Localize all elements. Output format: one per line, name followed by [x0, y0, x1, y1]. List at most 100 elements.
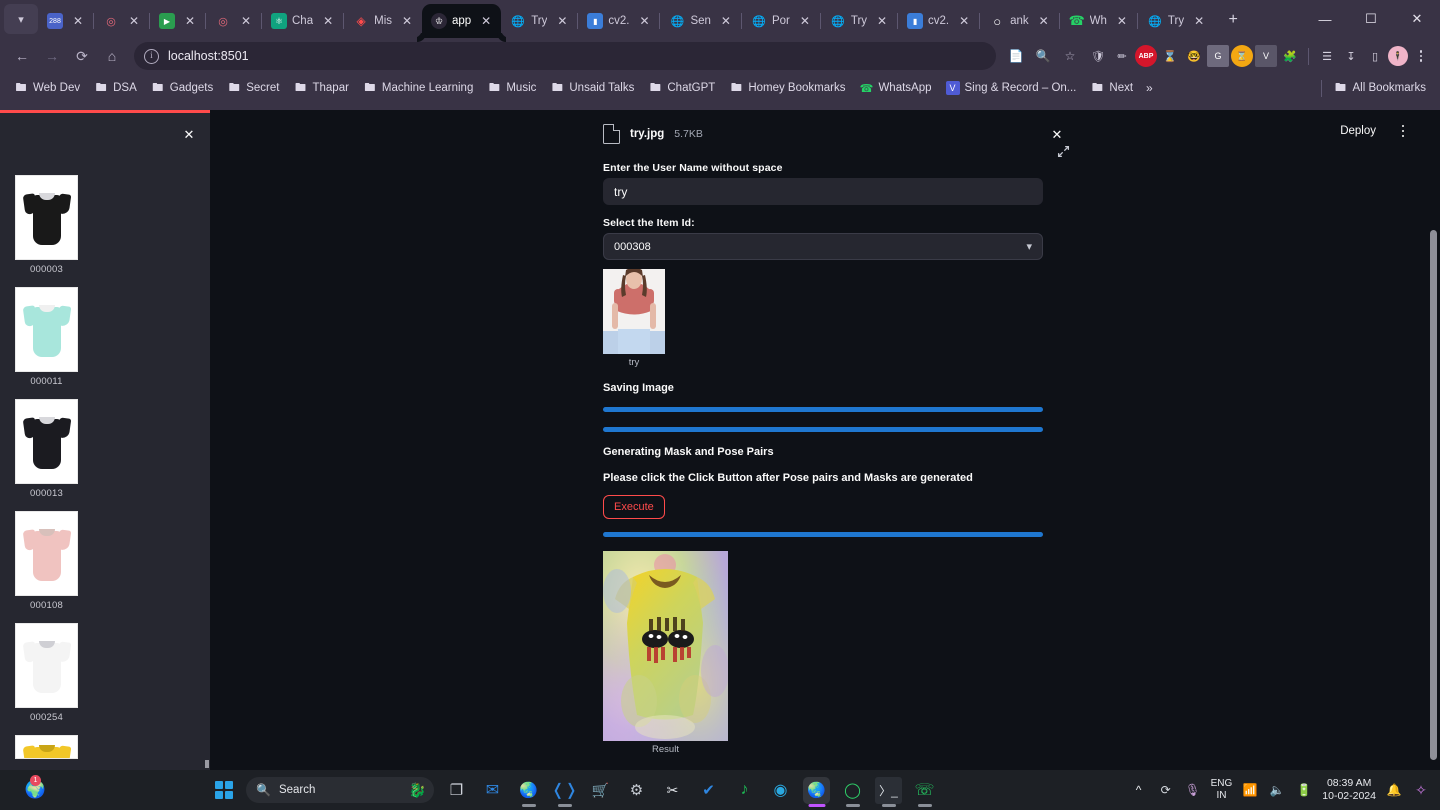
browser-tab-try-2[interactable]: 🌐 Try ✕ — [821, 4, 897, 38]
tab-close-icon[interactable]: ✕ — [238, 13, 254, 29]
tab-close-icon[interactable]: ✕ — [956, 13, 972, 29]
browser-tab[interactable]: ◎ ✕ — [94, 4, 149, 38]
battery-icon[interactable]: 🔋 — [1295, 781, 1313, 799]
chrome-icon[interactable]: 🌏 — [515, 777, 542, 804]
tab-close-icon[interactable]: ✕ — [182, 13, 198, 29]
reload-icon[interactable]: ⟳ — [68, 42, 96, 70]
terminal-icon[interactable]: 〉_ — [875, 776, 902, 804]
minimize-button[interactable]: — — [1302, 0, 1348, 38]
side-panel-icon[interactable]: ▯ — [1364, 45, 1386, 67]
microsoft-store-icon[interactable]: 🛒 — [587, 777, 614, 804]
tab-close-icon[interactable]: ✕ — [126, 13, 142, 29]
wifi-icon[interactable]: 📶 — [1241, 781, 1259, 799]
bookmark-whatsapp[interactable]: ☎ WhatsApp — [852, 78, 938, 98]
copilot-icon[interactable]: ✧ — [1412, 781, 1430, 799]
tab-close-icon[interactable]: ✕ — [718, 13, 734, 29]
address-bar[interactable]: i localhost:8501 — [134, 42, 996, 70]
whatsapp-icon[interactable]: ☏ — [911, 777, 938, 804]
v-icon[interactable]: V — [1255, 45, 1277, 67]
browser-tab-whatsapp[interactable]: ☎ Wh ✕ — [1060, 4, 1137, 38]
settings-icon[interactable]: ⚙ — [623, 777, 650, 804]
bookmark-machine-learning[interactable]: 🖿 Machine Learning — [356, 78, 480, 98]
mail-icon[interactable]: ✉ — [479, 777, 506, 804]
kebab-menu-icon[interactable] — [1410, 45, 1432, 67]
microphone-icon[interactable]: 🎙 — [1184, 781, 1202, 799]
bookmark-next[interactable]: 🖿 Next — [1083, 78, 1140, 98]
clock[interactable]: 08:39 AM 10-02-2024 — [1322, 777, 1376, 803]
whatsapp-notification-icon[interactable]: 🌍 1 — [22, 774, 49, 804]
browser-tab-cv2-2[interactable]: ▮ cv2. ✕ — [898, 4, 979, 38]
bookmark-music[interactable]: 🖿 Music — [480, 78, 543, 98]
deploy-button[interactable]: Deploy — [1332, 121, 1384, 141]
bookmark-chatgpt[interactable]: 🖿 ChatGPT — [641, 78, 722, 98]
grammarly-icon[interactable]: G — [1207, 45, 1229, 67]
todo-check-icon[interactable]: ✔ — [695, 777, 722, 804]
browser-tab[interactable]: 288 ✕ — [38, 4, 93, 38]
app-kebab-menu-icon[interactable] — [1394, 122, 1412, 140]
tab-close-icon[interactable]: ✕ — [399, 13, 415, 29]
product-thumbnail[interactable] — [15, 175, 78, 260]
product-thumbnail[interactable] — [15, 399, 78, 484]
bookmark-thapar[interactable]: 🖿 Thapar — [286, 78, 355, 98]
browser-tab-try-1[interactable]: 🌐 Try ✕ — [501, 4, 577, 38]
list-item[interactable] — [15, 735, 105, 759]
browser-tab-app-active[interactable]: ♔ app ✕ — [422, 4, 502, 38]
notifications-icon[interactable]: 🔔 — [1385, 781, 1403, 799]
tab-search-button[interactable]: ▾ — [4, 4, 38, 34]
execute-button[interactable]: Execute — [603, 495, 665, 519]
onedrive-sync-icon[interactable]: ⟳ — [1157, 781, 1175, 799]
item-id-select[interactable]: 000308 ▾ — [603, 233, 1043, 260]
bookmark-web-dev[interactable]: 🖿 Web Dev — [7, 78, 87, 98]
tab-close-icon[interactable]: ✕ — [1114, 13, 1130, 29]
site-info-icon[interactable]: i — [144, 48, 159, 64]
nerd-face-icon[interactable]: 🤓 — [1183, 45, 1205, 67]
list-item[interactable]: 000108 — [15, 511, 105, 611]
hourglass-icon[interactable]: ⌛ — [1159, 45, 1181, 67]
browser-tab[interactable]: ◎ ✕ — [206, 4, 261, 38]
bookmark-unsaid-talks[interactable]: 🖿 Unsaid Talks — [543, 78, 641, 98]
edge-icon[interactable]: ◉ — [767, 777, 794, 804]
fullscreen-expand-icon[interactable] — [1050, 138, 1076, 164]
pen-icon[interactable]: ✏ — [1111, 45, 1133, 67]
bookmark-star-icon[interactable]: ☆ — [1058, 44, 1082, 68]
browser-tab-sen[interactable]: 🌐 Sen ✕ — [660, 4, 740, 38]
close-window-button[interactable]: ✕ — [1394, 0, 1440, 38]
browser-tab-chatgpt[interactable]: ⚛ Cha ✕ — [262, 4, 343, 38]
product-thumbnail[interactable] — [15, 287, 78, 372]
restore-button[interactable]: ☐ — [1348, 0, 1394, 38]
bookmark-secret[interactable]: 🖿 Secret — [220, 78, 286, 98]
chevron-down-icon[interactable]: ▾ — [1026, 240, 1032, 253]
abp-icon[interactable]: ABP — [1135, 45, 1157, 67]
sidebar-close-icon[interactable]: ✕ — [181, 127, 197, 143]
language-indicator[interactable]: ENG IN — [1211, 778, 1233, 802]
puzzle-icon[interactable]: 🧩 — [1279, 45, 1301, 67]
bookmark-homey-bookmarks[interactable]: 🖿 Homey Bookmarks — [722, 78, 852, 98]
translate-icon[interactable]: 📄 — [1004, 44, 1028, 68]
reading-list-icon[interactable]: ☰ — [1316, 45, 1338, 67]
list-item[interactable]: 000013 — [15, 399, 105, 499]
tab-close-icon[interactable]: ✕ — [554, 13, 570, 29]
bookmark-gadgets[interactable]: 🖿 Gadgets — [144, 78, 220, 98]
shield-icon[interactable]: 🛡 — [1087, 45, 1109, 67]
product-thumbnail[interactable] — [15, 735, 78, 759]
chrome-active-icon[interactable]: 🌏 — [803, 776, 830, 804]
tab-close-icon[interactable]: ✕ — [874, 13, 890, 29]
profile-avatar[interactable]: 🕴 — [1388, 46, 1408, 66]
zoom-out-icon[interactable]: 🔍 — [1031, 44, 1055, 68]
list-item[interactable]: 000254 — [15, 623, 105, 723]
new-tab-button[interactable]: + — [1220, 7, 1246, 33]
product-thumbnail[interactable] — [15, 623, 78, 708]
taskbar-search-box[interactable]: 🔍 Search 🐉 — [246, 777, 434, 803]
bookmark-dsa[interactable]: 🖿 DSA — [87, 78, 144, 98]
list-item[interactable]: 000011 — [15, 287, 105, 387]
bookmarks-overflow-button[interactable]: » — [1140, 78, 1159, 98]
all-bookmarks-button[interactable]: 🖿 All Bookmarks — [1327, 78, 1434, 98]
volume-icon[interactable]: 🔈 — [1268, 781, 1286, 799]
browser-tab-github[interactable]: ○ ank ✕ — [980, 4, 1059, 38]
browser-tab-cv2-1[interactable]: ▮ cv2. ✕ — [578, 4, 659, 38]
tab-close-icon[interactable]: ✕ — [1191, 13, 1207, 29]
task-view-icon[interactable]: ❐ — [443, 777, 470, 804]
list-item[interactable]: 000003 — [15, 175, 105, 275]
home-icon[interactable]: ⌂ — [98, 42, 126, 70]
forward-arrow-icon[interactable]: → — [38, 42, 66, 70]
